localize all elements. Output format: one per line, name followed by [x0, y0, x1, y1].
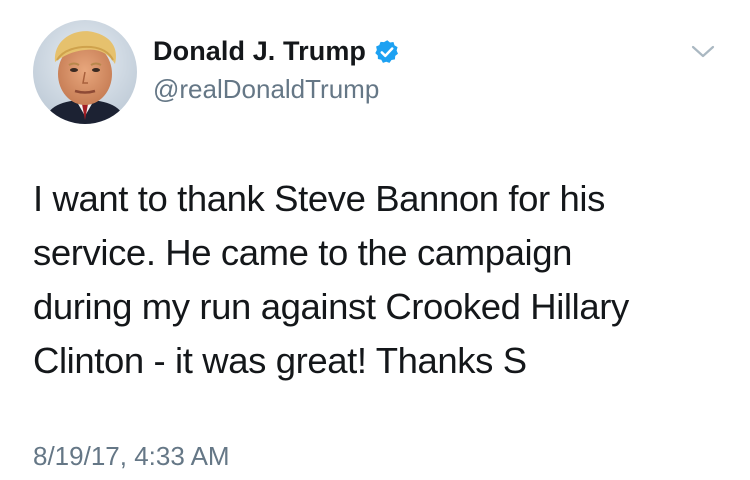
tweet-card: Donald J. Trump @realDonaldTrump I want … [0, 0, 750, 480]
display-name[interactable]: Donald J. Trump [153, 36, 366, 67]
chevron-down-icon[interactable] [688, 40, 718, 64]
tweet-text-line: I want to thank Steve Bannon for his [33, 178, 605, 219]
tweet-text-line: during my run against Crooked Hillary [33, 286, 629, 327]
tweet-text: I want to thank Steve Bannon for his ser… [33, 172, 723, 388]
tweet-text-line: service. He came to the campaign [33, 232, 573, 273]
verified-badge-icon [374, 39, 400, 65]
avatar[interactable] [33, 20, 137, 124]
user-handle[interactable]: @realDonaldTrump [153, 74, 379, 105]
tweet-timestamp[interactable]: 8/19/17, 4:33 AM [33, 441, 230, 472]
tweet-text-line: Clinton - it was great! Thanks S [33, 340, 527, 381]
author-row: Donald J. Trump [153, 36, 400, 67]
avatar-image [33, 20, 137, 124]
